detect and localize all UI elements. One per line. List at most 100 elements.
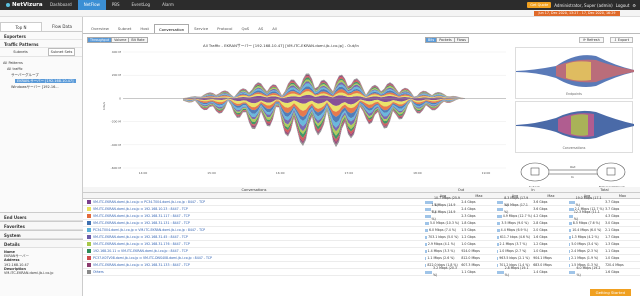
getting-started-button[interactable]: Getting Started — [589, 289, 631, 296]
conversation-link[interactable]: VM-ITC-EKRAN.domi.jb-i.co.jp ⇔ 192.168.3… — [93, 262, 190, 269]
conversation-link[interactable]: VM-ITC-EKRAN.domi.jb-i.co.jp ⇔ 192.168.3… — [93, 220, 190, 227]
nav-pbs[interactable]: PBS — [106, 0, 126, 10]
conversation-link[interactable]: VM-ITC-EKRAN.domi.jb-i.co.jp ⇔ 192.168.3… — [93, 234, 188, 241]
x-tick-label: 16:00 — [276, 171, 285, 175]
conversation-link[interactable]: PC34-T004.domi.jb-i.co.jp ⇔ VM-ITC-EKRAN… — [93, 227, 205, 234]
endpoints-thumbnail[interactable]: Endpoints — [515, 47, 634, 99]
thumbnails: Endpoints Conversations — [515, 47, 634, 155]
tab-top-n[interactable]: Top N — [0, 22, 42, 31]
in-max-header[interactable]: Max — [533, 193, 569, 198]
percent-bar — [425, 235, 428, 239]
logout-link[interactable]: Logout — [616, 3, 630, 8]
tab-subnet[interactable]: Subnet — [114, 24, 135, 33]
conversations-thumbnail[interactable]: Conversations — [515, 101, 634, 153]
tree-item-label: EKRAN-サーバー [192.168.10.47] — [15, 79, 76, 83]
cell-t-max: 3.0 Gbps — [605, 220, 620, 225]
throughput-toggle[interactable]: Throughput — [88, 38, 113, 42]
tab-flow-data[interactable]: Flow Data — [42, 22, 82, 31]
cell-t-avg: 5.0 Mbps (3.4 %) — [571, 241, 599, 246]
cell-o-avg: 3.2 Mbps (20.3 %) — [433, 266, 457, 277]
table-row[interactable]: Others 3.2 Mbps (20.3 %) 1.1 Gbps 2.8 Mbps … — [83, 266, 640, 277]
series-color-swatch — [87, 221, 91, 225]
bits-toggle[interactable]: Bits — [426, 38, 438, 42]
system-header[interactable]: System — [0, 230, 83, 239]
refresh-button[interactable]: ⟳ Refresh — [579, 37, 604, 43]
tab-as[interactable]: AS — [254, 24, 267, 33]
flows-toggle[interactable]: Flows — [454, 38, 468, 42]
conversation-link[interactable]: VM-ITC-EKRAN.domi.jb-i.co.jp ⇔ 192.168.3… — [93, 213, 190, 220]
percent-bar — [425, 270, 433, 274]
cell-i-max: 3.6 Gbps — [533, 199, 548, 204]
volume-toggle[interactable]: Volume — [112, 38, 130, 42]
cell-o-avg: 6.0 Mbps (7.4 %) — [428, 227, 457, 232]
series-color-swatch — [87, 270, 91, 274]
subnet-sets-button[interactable]: Subnet Sets — [47, 48, 76, 56]
traffic-patterns-header[interactable]: Traffic Patterns — [0, 40, 82, 48]
get-quote-button[interactable]: Get Quote — [527, 2, 552, 8]
traffic-chart[interactable]: 400 M 200 M 0 -200 M -400 M -600 M bits/s 14:00… — [101, 48, 511, 180]
table-row[interactable]: VM-ITC-EKRAN.domi.jb-i.co.jp ⇔ 192.168.3… — [83, 262, 640, 269]
cell-i-avg: 2.1 Mbps (3.7 %) — [499, 241, 527, 246]
percent-bar — [569, 249, 571, 253]
tab-overview[interactable]: Overview — [87, 24, 113, 33]
tab-qos[interactable]: QoS — [237, 24, 253, 33]
cell-o-max: 1.0 Gbps — [461, 241, 476, 246]
cell-t-avg: 8.5 Mbps (7.6 %) — [572, 220, 600, 225]
conversation-link[interactable]: Others — [93, 269, 104, 276]
nav-eventlog[interactable]: EventLog — [125, 0, 156, 10]
bitrate-toggle[interactable]: Bit Rate — [129, 38, 147, 42]
cell-o-avg: 1.4 Mbps (3.3 %) — [427, 248, 455, 253]
conversation-link[interactable]: VM-ITC-EKRAN.domi.jb-i.co.jp ⇔ 192.168.3… — [93, 241, 190, 248]
date-range-picker[interactable]: Jun 17, Dec 2020, 13:27 - 17, Dec 2020, … — [534, 11, 620, 16]
series-color-swatch — [87, 256, 91, 260]
x-tick-label: 14:00 — [139, 171, 148, 175]
tab-host[interactable]: Host — [136, 24, 153, 33]
nav-netflow[interactable]: NetFlow — [77, 0, 106, 10]
tab-conversation[interactable]: Conversation — [154, 24, 190, 33]
cell-i-avg: 611.7 kbps (4.6 %) — [499, 234, 531, 239]
subnets-button[interactable]: Subnets — [0, 50, 41, 54]
tab-service[interactable]: Service — [190, 24, 212, 33]
percent-bar — [425, 242, 427, 246]
conversations-header[interactable]: Conversations — [83, 187, 425, 192]
cell-o-max: 1.5 Gbps — [461, 227, 476, 232]
percent-bar — [569, 200, 575, 204]
percent-bar — [569, 242, 571, 246]
cell-i-max: 2.0 Gbps — [533, 227, 548, 232]
tree-item[interactable]: Windowsサーバー [192.16... — [3, 84, 79, 90]
nav-alarm[interactable]: Alarm — [156, 0, 180, 10]
tab-all[interactable]: All — [268, 24, 281, 33]
percent-bar — [569, 235, 571, 239]
y-tick-label: 0 — [119, 96, 121, 100]
series-color-swatch — [87, 249, 91, 253]
tab-protocol[interactable]: Protocol — [213, 24, 236, 33]
user-name[interactable]: Administrator, Super (admin) — [554, 3, 612, 8]
out-max-header[interactable]: Max — [461, 193, 497, 198]
export-button[interactable]: ⇩ Export — [610, 37, 634, 43]
conversation-link[interactable]: VM-ITC-EKRAN.domi.jb-i.co.jp ⇔ 192.168.1… — [93, 206, 188, 213]
gear-icon[interactable]: ⚙ — [632, 3, 636, 8]
cell-i-max: 904.1 Mbps — [533, 255, 552, 260]
cell-i-avg: 2.8 Mbps (19.1 %) — [504, 266, 529, 277]
app-logo[interactable]: NetVizura — [0, 2, 44, 8]
details-panel: Name EKRANサーバー Address 192.168.10.47 Descrip… — [0, 248, 83, 277]
packets-toggle[interactable]: Packets — [437, 38, 455, 42]
series-color-swatch — [87, 214, 91, 218]
percent-bar — [569, 228, 572, 232]
exporters-header[interactable]: Exporters — [0, 32, 82, 40]
conversation-link[interactable]: VM-ITC-EKRAN.domi.jb-i.co.jp ⇔ PC34-T004… — [93, 199, 205, 206]
percent-bar — [569, 256, 571, 260]
detail-value: VM-ITC-EKRAN.domi.jb-i.co.jp — [4, 271, 54, 276]
server-icon — [530, 167, 540, 176]
series-color-swatch — [87, 207, 91, 211]
nav-dashboard[interactable]: Dashboard — [44, 0, 78, 10]
cell-t-avg: 2.4 Mbps (2.3 %) — [571, 248, 599, 253]
favorites-header[interactable]: Favorites — [0, 221, 83, 230]
end-users-header[interactable]: End Users — [0, 212, 83, 221]
conversation-link[interactable]: 192.168.20.11 ⇔ VM-ITC-EKRAN.domi.jb-i.c… — [93, 248, 188, 255]
total-max-header[interactable]: Max — [605, 193, 640, 198]
cell-i-avg: 1.0 Mbps (2.7 %) — [499, 248, 527, 253]
conversation-link[interactable]: PC37-K07V08.domi.jb-i.co.jp ⇔ VM-ITC-DNS… — [93, 255, 212, 262]
conversations-thumb-label: Conversations — [562, 146, 586, 150]
user-box: Get Quote Administrator, Super (admin) L… — [527, 0, 640, 10]
